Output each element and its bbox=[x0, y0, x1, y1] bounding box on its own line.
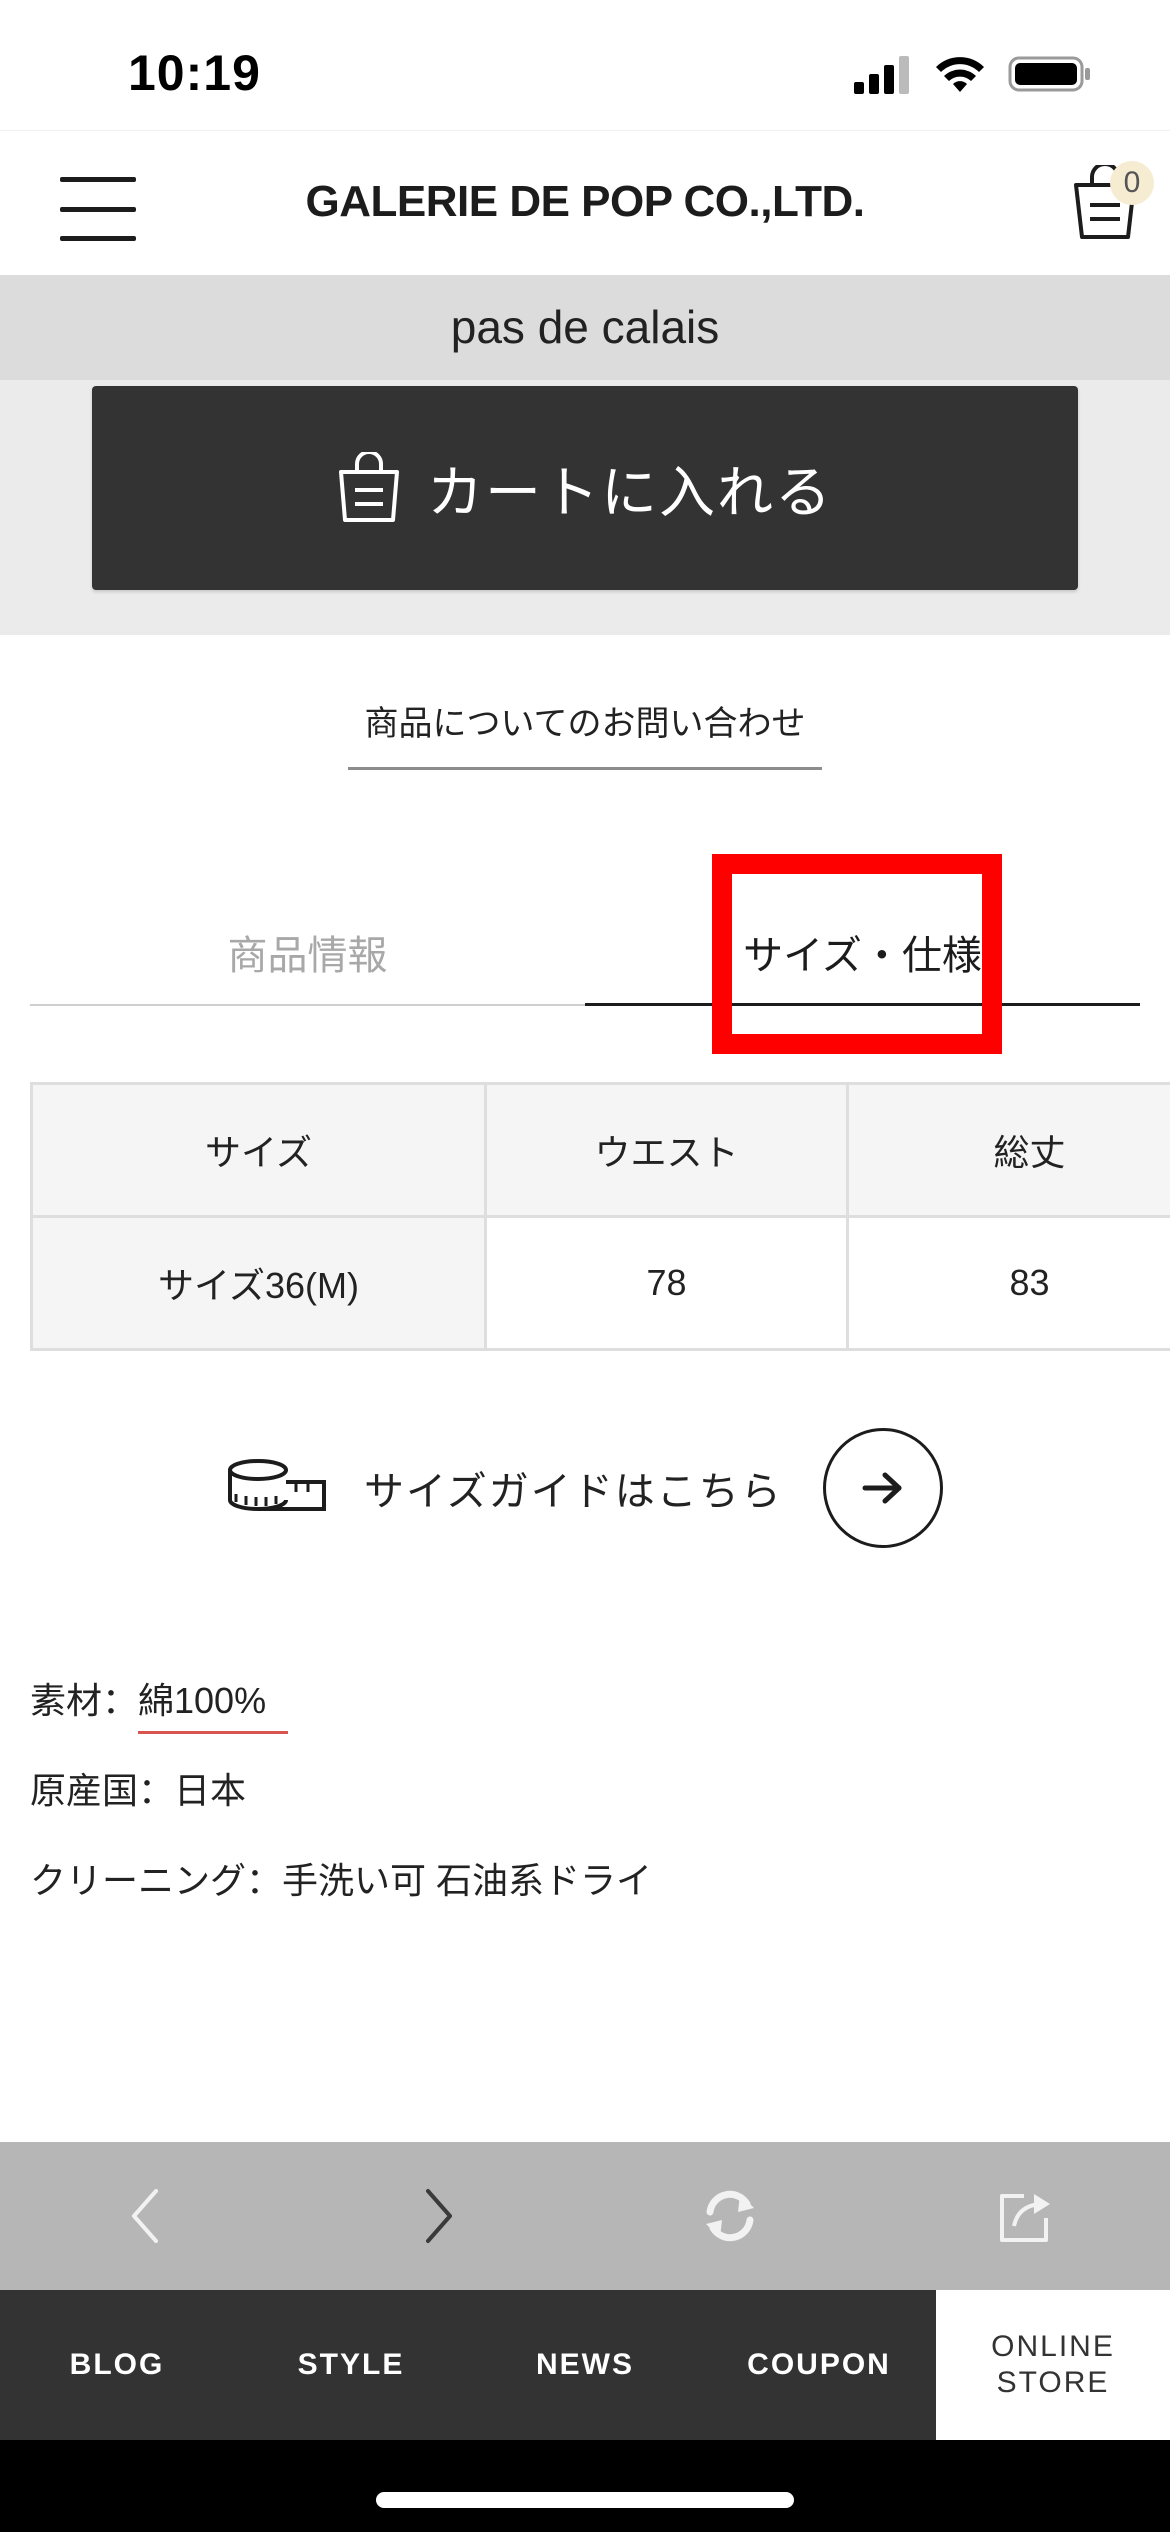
add-to-cart-label: カートに入れる bbox=[427, 460, 833, 524]
add-to-cart-button[interactable]: カートに入れる bbox=[92, 386, 1078, 590]
brand-logo[interactable]: GALERIE DE POP CO.,LTD. bbox=[0, 177, 1170, 227]
table-header-cell: サイズ bbox=[30, 1082, 487, 1218]
table-cell: 83 bbox=[846, 1215, 1170, 1351]
tape-measure-icon bbox=[228, 1459, 326, 1511]
arrow-right-icon bbox=[862, 1472, 902, 1504]
share-icon bbox=[1000, 2194, 1050, 2242]
status-time: 10:19 bbox=[128, 45, 261, 101]
table-row: サイズ36(M) 78 83 bbox=[30, 1215, 1170, 1351]
shop-name: pas de calais bbox=[0, 275, 1170, 380]
add-to-cart-area: カートに入れる bbox=[0, 380, 1170, 635]
nav-coupon[interactable]: COUPON bbox=[702, 2290, 936, 2440]
size-guide-label: サイズガイドはこちら bbox=[364, 1470, 783, 1514]
product-tabs: 商品情報 サイズ・仕様 bbox=[30, 906, 1140, 1006]
nav-style[interactable]: STYLE bbox=[234, 2290, 468, 2440]
size-guide-link[interactable]: サイズガイドはこちら bbox=[228, 1428, 943, 1548]
battery-icon bbox=[1008, 56, 1090, 92]
tab-size-spec[interactable]: サイズ・仕様 bbox=[585, 906, 1140, 1006]
forward-button[interactable] bbox=[398, 2176, 478, 2256]
table-cell: サイズ36(M) bbox=[30, 1215, 487, 1351]
signal-icon bbox=[854, 56, 909, 94]
back-button[interactable] bbox=[106, 2176, 186, 2256]
product-inquiry-link[interactable]: 商品についてのお問い合わせ bbox=[348, 696, 822, 770]
status-bar: 10:19 bbox=[0, 0, 1170, 130]
spec-material-label: 素材： bbox=[30, 1680, 139, 1721]
header: GALERIE DE POP CO.,LTD. 0 bbox=[0, 130, 1170, 275]
home-indicator-area bbox=[0, 2440, 1170, 2532]
table-header-cell: 総丈 bbox=[846, 1082, 1170, 1218]
size-table: サイズ ウエスト 総丈 サイズ36(M) 78 83 bbox=[30, 1082, 1170, 1352]
menu-bar-icon bbox=[60, 236, 136, 241]
shopping-bag-icon bbox=[339, 452, 399, 522]
tab-product-info[interactable]: 商品情報 bbox=[30, 906, 585, 1006]
share-button[interactable] bbox=[984, 2176, 1064, 2256]
chevron-right-icon bbox=[426, 2189, 452, 2243]
wifi-icon bbox=[936, 57, 984, 92]
table-cell: 78 bbox=[484, 1215, 849, 1351]
spec-material-value: 綿100% bbox=[138, 1680, 289, 1734]
reload-icon bbox=[706, 2190, 754, 2242]
table-header-cell: ウエスト bbox=[484, 1082, 849, 1218]
table-header-row: サイズ ウエスト 総丈 bbox=[30, 1082, 1170, 1218]
spec-cleaning: クリーニング：手洗い可 石油系ドライ bbox=[30, 1860, 653, 1901]
status-icons bbox=[854, 54, 1092, 94]
size-guide-arrow-button[interactable] bbox=[822, 1428, 943, 1548]
home-indicator[interactable] bbox=[376, 2492, 794, 2508]
nav-news[interactable]: NEWS bbox=[468, 2290, 702, 2440]
bottom-nav: BLOG STYLE NEWS COUPON ONLINE STORE bbox=[0, 2290, 1170, 2440]
spec-material: 素材：綿100% bbox=[30, 1672, 289, 1734]
nav-online-store[interactable]: ONLINE STORE bbox=[936, 2290, 1170, 2440]
chevron-left-icon bbox=[132, 2189, 158, 2243]
cart-count-badge: 0 bbox=[1110, 161, 1154, 205]
nav-blog[interactable]: BLOG bbox=[0, 2290, 234, 2440]
spec-origin: 原産国：日本 bbox=[30, 1770, 247, 1811]
reload-button[interactable] bbox=[690, 2176, 770, 2256]
browser-toolbar bbox=[0, 2142, 1170, 2290]
